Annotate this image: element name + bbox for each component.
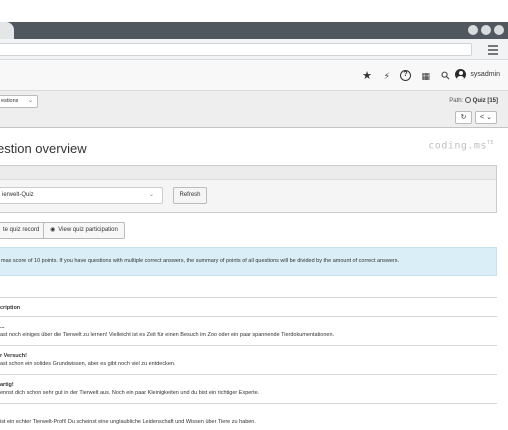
window-button[interactable] [481,25,491,35]
filter-panel: ierwelt-Quiz ⌄ Refresh [0,165,497,213]
window-button[interactable] [494,25,504,35]
star-icon[interactable]: ★ [362,69,372,83]
news-icon[interactable]: ▦ [421,69,430,83]
chevron-down-icon: ⌄ [148,192,154,198]
help-icon[interactable]: ? [400,70,411,81]
row-description: ist ein echter Tierwelt-Profi! Du schein… [0,419,256,425]
refresh-button[interactable]: Refresh [173,187,207,204]
eye-icon: ◉ [50,227,56,233]
brand-logo: coding.msTE [428,140,494,151]
url-input[interactable] [0,43,472,56]
browser-titlebar [0,22,508,39]
filter-panel-header [0,166,496,180]
reload-button[interactable]: ↻ [455,111,472,124]
quiz-select-value: ierwelt-Quiz [2,192,34,198]
page-title: estion overview [0,141,87,156]
row-title [0,410,497,418]
row-description: ast noch einiges über die Tierwelt zu le… [0,332,335,338]
create-quiz-record-button[interactable]: te quiz record [0,222,47,239]
username: sysadmin [470,71,500,78]
row-title: r Versuch! [0,353,27,359]
score-table: cription ... ast noch einiges über die T… [0,297,497,430]
row-description: ast schon ein solides Grundwissen, aber … [0,361,176,367]
view-quiz-participation-button[interactable]: ◉ View quiz participation [43,222,125,239]
module-select-value: estions [1,98,19,104]
avatar-icon [455,69,467,80]
table-row[interactable]: ist ein echter Tierwelt-Profi! Du schein… [0,404,497,430]
browser-tab[interactable] [0,22,14,39]
chevron-down-icon: ⌄ [27,98,33,104]
page-icon [464,97,471,103]
user-menu[interactable]: sysadmin [455,69,500,80]
docheader: estions ⌄ [0,91,508,128]
window-controls [468,25,504,35]
browser-urlbar [0,39,508,60]
app-toolbar: ★ ⚡ ? ▦ ⚲ sysadmin [0,61,508,91]
row-title: ... [0,324,5,330]
brand-text: coding.ms [428,140,487,152]
row-title: artig! [0,382,14,388]
table-row[interactable]: artig! ennst dich schon sehr gut in der … [0,375,497,404]
view-quiz-participation-label: View quiz participation [58,227,118,233]
docheader-buttons: ↻ < ⌄ [455,111,497,124]
hamburger-menu-icon[interactable] [488,45,498,57]
breadcrumb: Path: Quiz [15] [449,97,498,104]
window-button[interactable] [468,25,478,35]
path-value[interactable]: Quiz [15] [473,98,498,104]
search-icon[interactable]: ⚲ [438,68,454,84]
info-callout: max score of 10 points. If you have ques… [0,247,497,276]
brand-sup: TE [486,140,494,146]
share-button[interactable]: < ⌄ [475,111,497,124]
table-row[interactable]: ... ast noch einiges über die Tierwelt z… [0,317,497,346]
table-header-description: cription [0,297,497,317]
path-label: Path: [449,98,464,104]
table-row[interactable]: r Versuch! ast schon ein solides Grundwi… [0,346,497,375]
bolt-icon[interactable]: ⚡ [384,69,390,83]
quiz-select[interactable]: ierwelt-Quiz ⌄ [0,187,163,204]
module-select[interactable]: estions ⌄ [0,95,38,108]
row-description: ennst dich schon sehr gut in der Tierwel… [0,390,260,396]
